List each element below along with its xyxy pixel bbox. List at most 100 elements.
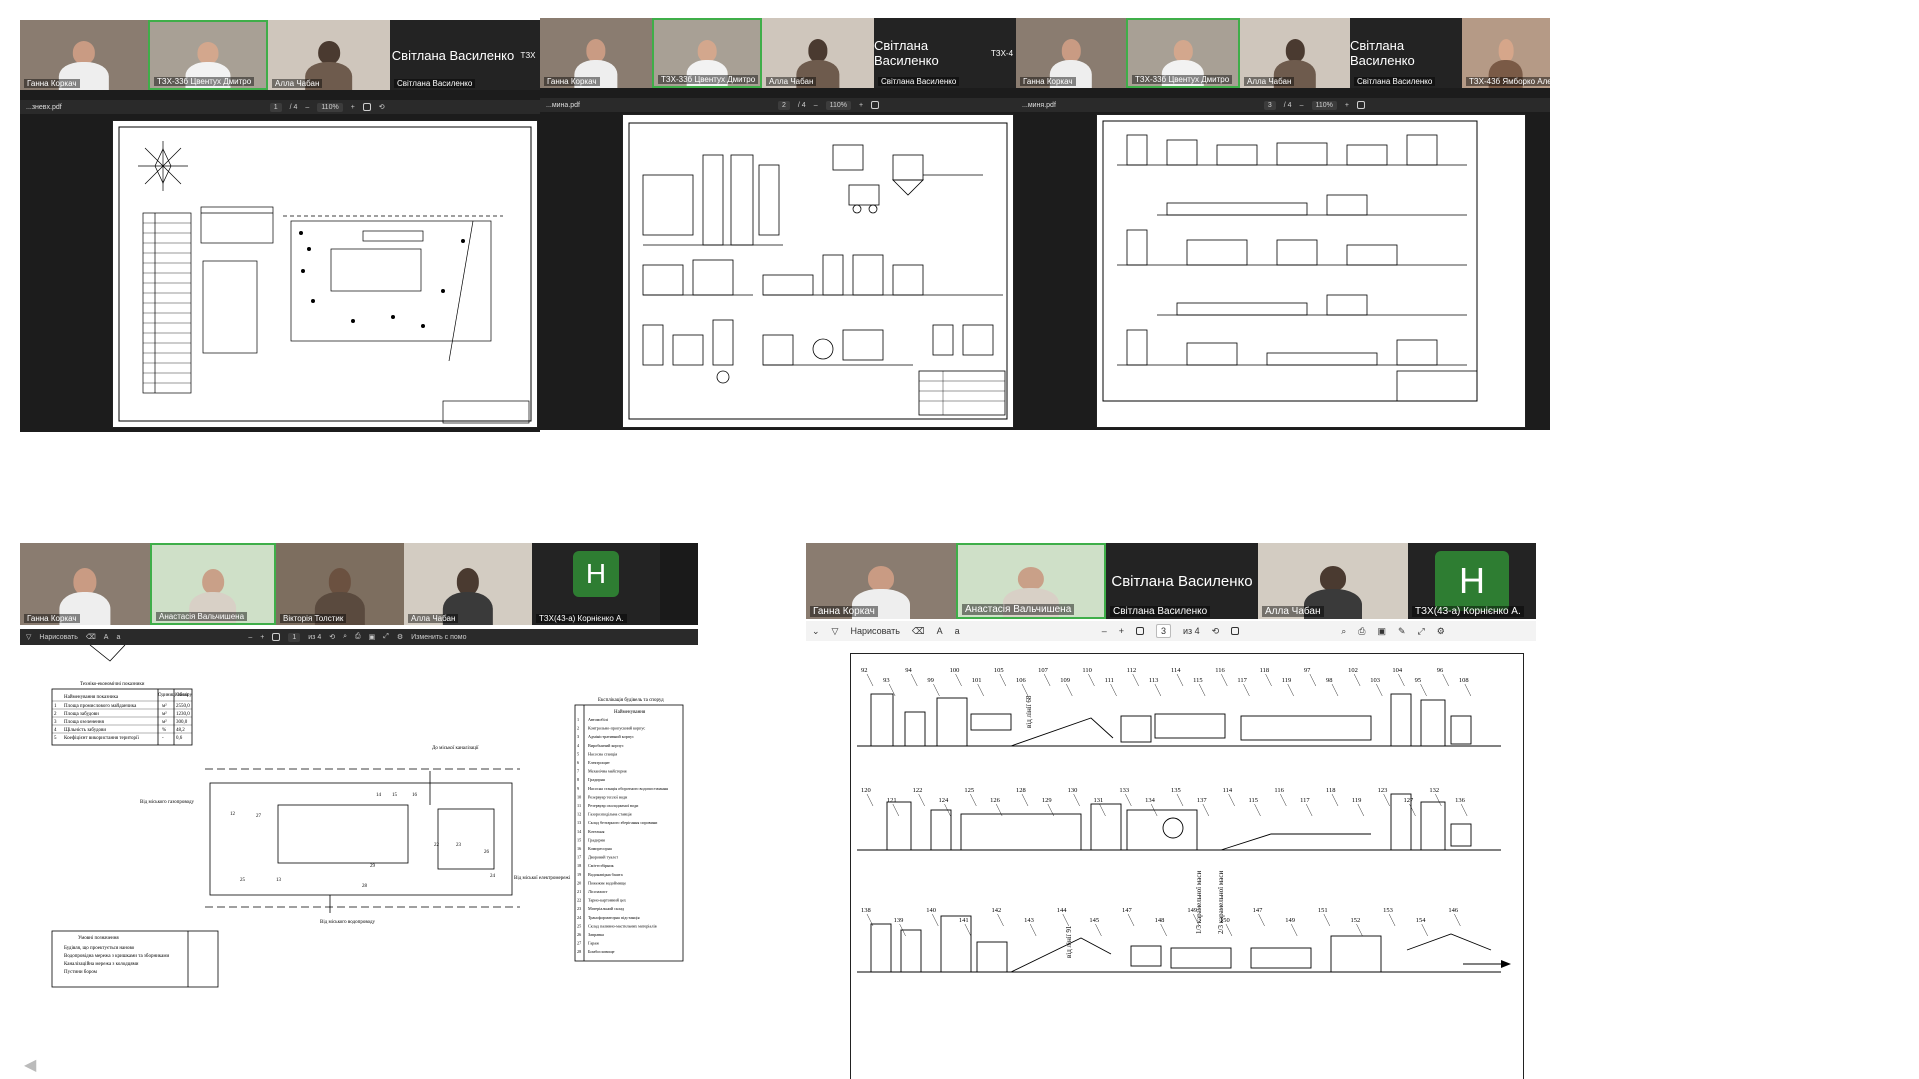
explication-head: Найменування bbox=[614, 710, 646, 715]
leader-line bbox=[932, 913, 939, 927]
video-tile[interactable]: ТЗХ-4 bbox=[988, 18, 1016, 88]
read-aloud-icon[interactable]: a bbox=[955, 626, 960, 636]
search-icon[interactable]: ⌕ bbox=[1341, 626, 1346, 637]
page-input[interactable]: 1 bbox=[269, 102, 282, 112]
video-tile-speaking[interactable]: ТЗХ-33б Цвентух Дмитро bbox=[652, 18, 762, 88]
page-input[interactable]: 2 bbox=[778, 100, 790, 110]
explication-item: Матеріальний склад bbox=[588, 906, 625, 911]
video-tile[interactable]: ТЗХ bbox=[516, 20, 540, 90]
prev-icon[interactable]: ◀ bbox=[24, 1055, 36, 1075]
rotate-icon[interactable]: ⟲ bbox=[329, 633, 335, 641]
video-tile-speaking[interactable]: Анастасія Вальчишена bbox=[150, 543, 276, 625]
print-icon[interactable]: ⎙ bbox=[355, 633, 361, 641]
explication-number: 11 bbox=[577, 803, 581, 808]
save-icon[interactable]: ▣ bbox=[1377, 626, 1386, 637]
cell: Площа забудови bbox=[64, 712, 99, 717]
zoom-out-icon[interactable]: – bbox=[248, 634, 252, 641]
callout-number: 132 bbox=[1429, 787, 1439, 794]
building-number: 22 bbox=[434, 843, 440, 848]
zoom-out-icon[interactable]: – bbox=[1300, 102, 1304, 109]
rotate-icon[interactable]: ⟲ bbox=[379, 103, 385, 111]
search-icon[interactable]: ⌕ bbox=[343, 633, 347, 641]
zoom-out-icon[interactable]: – bbox=[305, 104, 309, 111]
participant-name: ТЗХ-33б Цвентух Дмитро bbox=[154, 77, 255, 86]
read-aloud-icon[interactable]: a bbox=[116, 634, 120, 641]
leader-line bbox=[1110, 683, 1117, 697]
gear-icon[interactable]: ⚙ bbox=[1437, 626, 1445, 637]
video-tile[interactable]: Алла Чабан bbox=[1240, 18, 1350, 88]
zoom-out-icon[interactable]: – bbox=[814, 102, 818, 109]
fit-page-icon[interactable] bbox=[871, 101, 880, 109]
page-input[interactable]: 1 bbox=[288, 632, 301, 642]
zoom-in-icon[interactable]: + bbox=[1345, 102, 1349, 109]
video-tile-namecard[interactable]: Світлана Василенко Світлана Василенко bbox=[874, 18, 988, 88]
fit-page-icon[interactable] bbox=[1135, 627, 1144, 635]
video-tile[interactable]: Ганна Коркач bbox=[540, 18, 652, 88]
video-tile[interactable]: Ганна Коркач bbox=[806, 543, 956, 619]
label-power: Від міської електромережі bbox=[514, 876, 571, 881]
zoom-in-icon[interactable]: + bbox=[1119, 626, 1124, 636]
zoom-in-icon[interactable]: + bbox=[260, 634, 264, 641]
zoom-level[interactable]: 110% bbox=[1311, 100, 1337, 110]
funnel-icon[interactable]: ▽ bbox=[26, 633, 31, 641]
cell: м² bbox=[162, 719, 167, 725]
explication-item: Газорозподільна станція bbox=[588, 812, 632, 817]
video-tile-speaking[interactable]: ТЗХ-33б Цвентух Дмитро bbox=[148, 20, 268, 90]
fit-page-icon[interactable] bbox=[362, 103, 371, 111]
video-tile[interactable]: Алла Чабан bbox=[1258, 543, 1408, 619]
video-tile[interactable]: ТЗХ-43б Ямборко Алеся bbox=[1462, 18, 1550, 88]
draw-button[interactable]: Нарисовать bbox=[39, 634, 77, 641]
zoom-out-icon[interactable]: – bbox=[1102, 626, 1107, 636]
zoom-in-icon[interactable]: + bbox=[859, 102, 863, 109]
funnel-icon[interactable]: ▽ bbox=[832, 626, 839, 637]
video-tile[interactable]: Ганна Коркач bbox=[20, 20, 148, 90]
draw-button[interactable]: Нарисовать bbox=[850, 626, 899, 636]
vertical-label: від лінії 68 bbox=[1025, 695, 1033, 728]
edit-with-button[interactable]: Изменить с помо bbox=[411, 634, 466, 641]
video-tile-speaking[interactable]: Анастасія Вальчишена bbox=[956, 543, 1106, 619]
edit-icon[interactable]: ✎ bbox=[1398, 626, 1406, 637]
vertical-label: 2/3 карамельної маси bbox=[1217, 871, 1225, 934]
video-tile[interactable]: Алла Чабан bbox=[762, 18, 874, 88]
video-tile[interactable]: Ганна Коркач bbox=[20, 543, 150, 625]
text-size-icon[interactable]: A bbox=[104, 634, 109, 641]
video-tile-namecard[interactable]: Світлана Василенко Світлана Василенко bbox=[1106, 543, 1258, 619]
print-icon[interactable]: ⎙ bbox=[1358, 626, 1365, 637]
participant-name: ТЗХ bbox=[520, 50, 536, 60]
expand-icon[interactable]: ⤢ bbox=[383, 633, 389, 641]
explication-number: 22 bbox=[577, 898, 581, 903]
fit-page-icon[interactable] bbox=[272, 633, 281, 641]
eraser-icon[interactable]: ⌫ bbox=[912, 626, 925, 637]
chevron-down-icon[interactable]: ⌄ bbox=[812, 626, 820, 637]
zoom-level[interactable]: 110% bbox=[825, 100, 851, 110]
expand-icon[interactable]: ⤢ bbox=[1418, 626, 1425, 637]
video-tile-namecard[interactable]: Світлана Василенко Світлана Василенко bbox=[1350, 18, 1462, 88]
page-input[interactable]: 3 bbox=[1155, 624, 1171, 638]
leader-line bbox=[1454, 913, 1461, 927]
video-tile[interactable]: Алла Чабан bbox=[268, 20, 390, 90]
gear-icon[interactable]: ⚙ bbox=[397, 633, 403, 641]
text-size-icon[interactable]: A bbox=[937, 626, 943, 636]
video-tile-namecard[interactable]: Світлана Василенко Світлана Василенко bbox=[390, 20, 516, 90]
callout-number: 107 bbox=[1038, 667, 1049, 674]
page-input[interactable]: 3 bbox=[1263, 100, 1276, 110]
save-icon[interactable]: ▣ bbox=[369, 633, 376, 641]
two-page-icon[interactable] bbox=[1231, 627, 1240, 635]
rotate-icon[interactable]: ⟲ bbox=[1212, 626, 1220, 637]
video-tile[interactable]: Ганна Коркач bbox=[1016, 18, 1126, 88]
video-tile-avatar[interactable]: H ТЗХ(43-а) Корнієнко А. bbox=[1408, 543, 1536, 619]
leader-line bbox=[1160, 923, 1167, 937]
video-tile[interactable]: Вікторія Толстик bbox=[276, 543, 404, 625]
eraser-icon[interactable]: ⌫ bbox=[86, 633, 96, 641]
explication-number: 27 bbox=[577, 941, 581, 946]
zoom-in-icon[interactable]: + bbox=[351, 104, 355, 111]
leader-line bbox=[1221, 673, 1228, 687]
zoom-level[interactable]: 110% bbox=[317, 102, 343, 112]
video-tile[interactable]: Алла Чабан bbox=[404, 543, 532, 625]
video-tile-avatar[interactable]: H ТЗХ(43-а) Корнієнко А. bbox=[532, 543, 660, 625]
fit-page-icon[interactable] bbox=[1356, 101, 1365, 109]
participant-name: Ганна Коркач bbox=[810, 606, 878, 617]
explication-number: 10 bbox=[577, 794, 581, 799]
building-number: 16 bbox=[412, 793, 418, 798]
video-tile-speaking[interactable]: ТЗХ-33б Цвентух Дмитро bbox=[1126, 18, 1240, 88]
